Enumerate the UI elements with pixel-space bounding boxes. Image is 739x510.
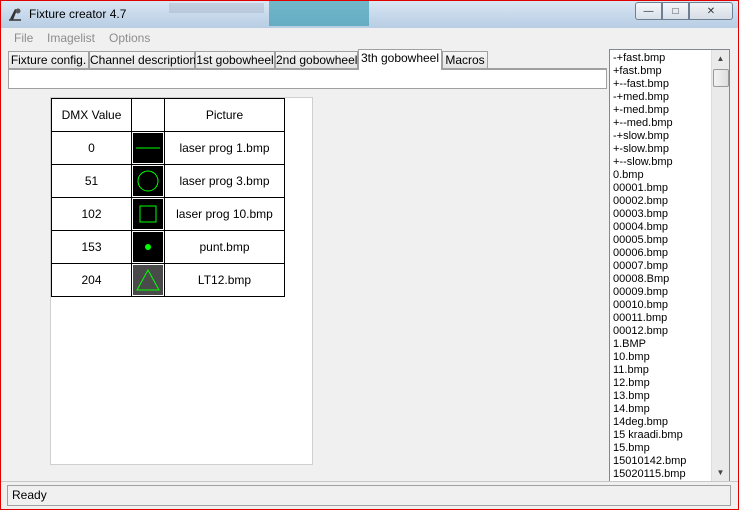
status-panel: Ready [7,485,731,506]
app-icon [9,8,21,21]
list-item[interactable]: 00012.bmp [613,325,713,338]
table-row[interactable]: 0 laser prog 1.bmp [51,131,285,165]
list-item[interactable]: 1.BMP [613,338,713,351]
thumbnail-cell[interactable] [131,263,165,297]
dmx-value-cell[interactable]: 102 [51,197,132,231]
picture-cell[interactable]: laser prog 3.bmp [164,164,285,198]
description-field[interactable] [8,69,607,89]
status-text: Ready [12,488,47,502]
header-picture[interactable]: Picture [164,98,285,132]
table-header-row: DMX Value Picture [51,98,285,132]
dmx-value-cell[interactable]: 204 [51,263,132,297]
picture-cell[interactable]: laser prog 10.bmp [164,197,285,231]
list-item[interactable]: 00007.bmp [613,260,713,273]
tab-2nd-gobowheel[interactable]: 2nd gobowheel [275,51,358,69]
minimize-icon: — [643,5,654,17]
list-item[interactable]: 14.bmp [613,403,713,416]
close-button[interactable]: ✕ [689,2,733,20]
close-icon: ✕ [706,5,716,17]
list-item[interactable]: 00006.bmp [613,247,713,260]
background-decoration [269,1,369,26]
list-item[interactable]: 10.bmp [613,351,713,364]
list-item[interactable]: -+med.bmp [613,91,713,104]
header-thumbnail[interactable] [131,98,165,132]
dmx-value-cell[interactable]: 153 [51,230,132,264]
background-decoration [169,3,264,13]
app-window: Fixture creator 4.7 — □ ✕ File Imagelist… [0,0,739,510]
maximize-button[interactable]: □ [662,2,689,20]
picture-cell[interactable]: LT12.bmp [164,263,285,297]
menu-bar: File Imagelist Options [1,28,738,47]
thumbnail-cell[interactable] [131,131,165,165]
tab-3th-gobowheel[interactable]: 3th gobowheel [358,49,442,70]
list-item[interactable]: 00002.bmp [613,195,713,208]
window-title: Fixture creator 4.7 [29,7,127,21]
dmx-value-cell[interactable]: 51 [51,164,132,198]
gobo-table: DMX Value Picture 0 laser prog 1.bmp 51 … [51,98,285,297]
list-item[interactable]: +--med.bmp [613,117,713,130]
list-item[interactable]: 00011.bmp [613,312,713,325]
window-controls: — □ ✕ [635,2,733,20]
list-item[interactable]: -+slow.bmp [613,130,713,143]
triangle-icon [133,265,163,295]
list-item[interactable]: 00003.bmp [613,208,713,221]
list-item[interactable]: 15 kraadi.bmp [613,429,713,442]
list-item[interactable]: 00008.Bmp [613,273,713,286]
scrollbar-thumb[interactable] [713,69,729,87]
file-list-items: -+fast.bmp +fast.bmp +--fast.bmp -+med.bmp +… [613,52,713,481]
square-icon [133,199,163,229]
dmx-value-cell[interactable]: 0 [51,131,132,165]
list-item[interactable]: 00005.bmp [613,234,713,247]
list-item[interactable]: 00001.bmp [613,182,713,195]
table-row[interactable]: 102 laser prog 10.bmp [51,197,285,231]
minimize-button[interactable]: — [635,2,662,20]
list-item[interactable]: 00004.bmp [613,221,713,234]
list-item[interactable]: 15020115.bmp [613,468,713,481]
tab-fixture-config[interactable]: Fixture config. [8,51,89,69]
picture-cell[interactable]: punt.bmp [164,230,285,264]
list-item[interactable]: 15010142.bmp [613,455,713,468]
list-item[interactable]: 00009.bmp [613,286,713,299]
table-row[interactable]: 204 LT12.bmp [51,263,285,297]
scroll-up-arrow-icon[interactable]: ▲ [712,50,729,67]
thumbnail-cell[interactable] [131,164,165,198]
list-item[interactable]: +-med.bmp [613,104,713,117]
tab-channel-description[interactable]: Channel description [89,51,196,69]
list-item[interactable]: 13.bmp [613,390,713,403]
menu-imagelist[interactable]: Imagelist [47,31,95,45]
scroll-down-arrow-icon[interactable]: ▼ [712,464,729,481]
list-item[interactable]: +--slow.bmp [613,156,713,169]
list-item[interactable]: 0.bmp [613,169,713,182]
circle-icon [133,166,163,196]
status-bar: Ready [1,481,738,509]
maximize-icon: □ [672,5,679,17]
thumbnail-cell[interactable] [131,230,165,264]
list-item[interactable]: 11.bmp [613,364,713,377]
vertical-scrollbar[interactable]: ▲ ▼ [711,50,729,481]
tab-macros[interactable]: Macros [442,51,488,69]
title-bar[interactable]: Fixture creator 4.7 — □ ✕ [1,1,738,28]
list-item[interactable]: -+fast.bmp [613,52,713,65]
menu-options[interactable]: Options [109,31,150,45]
tab-1st-gobowheel[interactable]: 1st gobowheel [195,51,275,69]
header-dmx-value[interactable]: DMX Value [51,98,132,132]
list-item[interactable]: 00010.bmp [613,299,713,312]
table-row[interactable]: 51 laser prog 3.bmp [51,164,285,198]
list-item[interactable]: 15.bmp [613,442,713,455]
list-item[interactable]: +--fast.bmp [613,78,713,91]
list-item[interactable]: 12.bmp [613,377,713,390]
list-item[interactable]: 14deg.bmp [613,416,713,429]
list-item[interactable]: +-slow.bmp [613,143,713,156]
dot-icon [133,232,163,262]
thumbnail-cell[interactable] [131,197,165,231]
menu-file[interactable]: File [14,31,33,45]
line-icon [133,133,163,163]
picture-cell[interactable]: laser prog 1.bmp [164,131,285,165]
image-file-list[interactable]: -+fast.bmp +fast.bmp +--fast.bmp -+med.bmp +… [609,49,730,482]
table-row[interactable]: 153 punt.bmp [51,230,285,264]
list-item[interactable]: +fast.bmp [613,65,713,78]
